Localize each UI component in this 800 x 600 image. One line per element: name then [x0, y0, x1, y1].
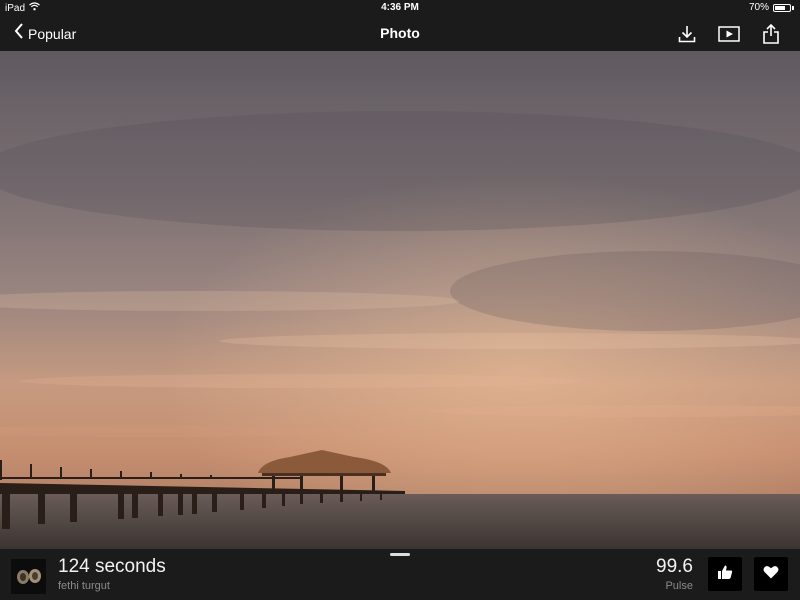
nav-actions [676, 16, 782, 51]
pulse-label: Pulse [665, 580, 693, 592]
battery-percent: 70% [748, 2, 769, 13]
battery-tip [792, 5, 794, 10]
favorite-button[interactable] [754, 557, 788, 591]
like-button[interactable] [708, 557, 742, 591]
slideshow-icon[interactable] [718, 23, 740, 45]
drag-handle[interactable] [390, 553, 410, 556]
heart-icon [763, 565, 779, 584]
photo-title: 124 seconds [58, 556, 166, 577]
photo-view[interactable] [0, 51, 800, 549]
nav-bar: Popular Photo [0, 16, 800, 51]
status-right: 70% [749, 2, 794, 13]
status-bar: iPad 4:36 PM 70% [0, 0, 800, 16]
battery-icon [773, 3, 791, 12]
download-icon[interactable] [676, 23, 698, 45]
share-icon[interactable] [760, 23, 782, 45]
pulse-value: 99.6 [656, 556, 693, 577]
photo-author[interactable]: fethi turgut [58, 580, 110, 592]
author-avatar[interactable] [11, 559, 46, 594]
status-time: 4:36 PM [381, 2, 419, 13]
photo-image [0, 51, 800, 549]
thumbs-up-icon [717, 564, 733, 585]
